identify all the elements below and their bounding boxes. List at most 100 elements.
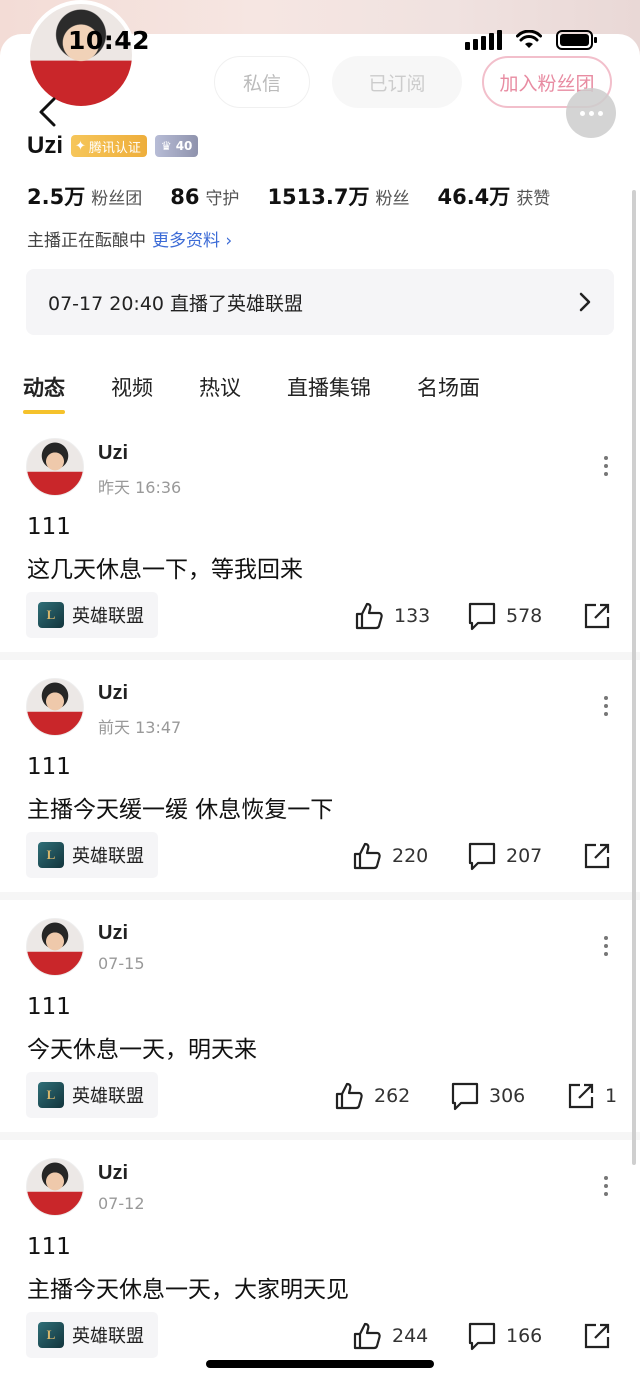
home-indicator[interactable] <box>206 1360 434 1368</box>
comment-icon <box>468 842 496 871</box>
stat-fan-club[interactable]: 2.5万 粉丝团 <box>27 181 142 211</box>
post-time: 07-12 <box>98 1194 145 1213</box>
wifi-icon <box>516 30 542 48</box>
bio-text: 主播正在酝酿中 <box>27 231 146 251</box>
post-time: 07-15 <box>98 954 145 973</box>
share-icon <box>584 603 610 629</box>
profile-stats: 2.5万 粉丝团 86 守护 1513.7万 粉丝 46.4万 获赞 <box>27 181 578 211</box>
comment-button[interactable]: 166 <box>468 1320 542 1352</box>
dm-button[interactable]: 私信 <box>214 56 310 108</box>
comment-button[interactable]: 306 <box>451 1080 525 1112</box>
content-tabs: 动态 视频 热议 直播集锦 名场面 <box>23 372 526 414</box>
cert-icon: ✦ <box>75 138 86 154</box>
subscribed-button[interactable]: 已订阅 <box>332 56 462 108</box>
post-author[interactable]: Uzi <box>98 922 128 945</box>
share-button[interactable] <box>583 600 621 632</box>
post-text: 主播今天缓一缓 休息恢复一下 <box>27 797 334 823</box>
post-title: 111 <box>27 754 71 780</box>
kebab-menu-icon[interactable] <box>604 456 608 476</box>
thumbs-up-icon <box>353 1322 381 1350</box>
kebab-menu-icon[interactable] <box>604 936 608 956</box>
post-author[interactable]: Uzi <box>98 1162 128 1185</box>
post-card[interactable]: Uzi 前天 13:47 111 主播今天缓一缓 休息恢复一下 L 英雄联盟 2… <box>0 660 640 900</box>
post-author[interactable]: Uzi <box>98 442 128 465</box>
comment-button[interactable]: 578 <box>468 600 542 632</box>
level-value: 40 <box>175 139 193 153</box>
stat-number: 2.5万 <box>27 185 86 209</box>
like-count: 133 <box>394 605 431 627</box>
comment-icon <box>468 602 496 631</box>
tab-discussions[interactable]: 热议 <box>199 372 241 414</box>
live-record-card[interactable]: 07-17 20:40 直播了英雄联盟 <box>26 269 614 335</box>
kebab-menu-icon[interactable] <box>604 696 608 716</box>
stat-label: 守护 <box>205 189 240 209</box>
post-feed: Uzi 昨天 16:36 111 这几天休息一下，等我回来 L 英雄联盟 133… <box>0 420 640 1378</box>
share-button[interactable] <box>583 840 621 872</box>
profile-avatar[interactable] <box>26 0 136 110</box>
more-info-link[interactable]: 更多资料 › <box>152 226 232 251</box>
post-actions: 244 166 <box>0 1320 640 1352</box>
comment-count: 578 <box>506 605 543 627</box>
post-text: 今天休息一天，明天来 <box>27 1037 257 1063</box>
comment-icon <box>468 1322 496 1351</box>
post-actions: 220 207 <box>0 840 640 872</box>
post-title: 111 <box>27 994 71 1020</box>
author-avatar[interactable] <box>26 438 84 496</box>
more-info-label: 更多资料 <box>152 231 220 251</box>
like-button[interactable]: 262 <box>334 1080 410 1112</box>
cert-badge: ✦ 腾讯认证 <box>71 135 147 157</box>
like-button[interactable]: 244 <box>352 1320 428 1352</box>
more-options-button[interactable] <box>566 88 616 138</box>
profile-name: Uzi <box>27 132 63 159</box>
like-count: 244 <box>392 1325 429 1347</box>
back-icon[interactable] <box>34 96 62 128</box>
status-icons <box>465 30 598 50</box>
like-count: 220 <box>392 845 429 867</box>
stat-label: 粉丝 <box>375 189 410 209</box>
author-avatar[interactable] <box>26 918 84 976</box>
stat-number: 86 <box>170 185 200 209</box>
cert-label: 腾讯认证 <box>88 140 141 156</box>
comment-count: 207 <box>506 845 543 867</box>
live-record-text: 07-17 20:40 直播了英雄联盟 <box>48 292 304 315</box>
author-avatar[interactable] <box>26 1158 84 1216</box>
like-button[interactable]: 220 <box>352 840 428 872</box>
stat-label: 粉丝团 <box>91 189 143 209</box>
post-author[interactable]: Uzi <box>98 682 128 705</box>
share-icon <box>584 1323 610 1349</box>
share-button[interactable]: 1 <box>567 1080 617 1112</box>
stat-number: 46.4万 <box>437 185 511 209</box>
battery-icon <box>556 30 597 50</box>
thumbs-up-icon <box>335 1082 363 1110</box>
stat-likes[interactable]: 46.4万 获赞 <box>437 181 550 211</box>
like-button[interactable]: 133 <box>354 600 430 632</box>
stat-label: 获赞 <box>516 189 551 209</box>
comment-button[interactable]: 207 <box>468 840 542 872</box>
post-card[interactable]: Uzi 07-12 111 主播今天休息一天，大家明天见 L 英雄联盟 244 … <box>0 1140 640 1378</box>
tab-famous-moments[interactable]: 名场面 <box>417 372 480 414</box>
share-button[interactable] <box>583 1320 621 1352</box>
post-title: 111 <box>27 1234 71 1260</box>
scrollbar[interactable] <box>632 190 636 1165</box>
comment-icon <box>451 1082 479 1111</box>
kebab-menu-icon[interactable] <box>604 1176 608 1196</box>
author-avatar[interactable] <box>26 678 84 736</box>
tab-posts[interactable]: 动态 <box>23 372 65 414</box>
chevron-right-icon: › <box>225 231 233 251</box>
stat-number: 1513.7万 <box>267 185 370 209</box>
like-count: 262 <box>374 1085 411 1107</box>
signal-icon <box>465 30 502 50</box>
tab-highlights[interactable]: 直播集锦 <box>287 372 371 414</box>
post-text: 主播今天休息一天，大家明天见 <box>27 1277 349 1303</box>
share-icon <box>568 1083 594 1109</box>
post-actions: 262 306 1 <box>0 1080 640 1112</box>
thumbs-up-icon <box>353 842 381 870</box>
stat-followers[interactable]: 1513.7万 粉丝 <box>267 181 409 211</box>
post-card[interactable]: Uzi 昨天 16:36 111 这几天休息一下，等我回来 L 英雄联盟 133… <box>0 420 640 660</box>
post-time: 昨天 16:36 <box>98 478 182 497</box>
stat-guard[interactable]: 86 守护 <box>170 184 239 209</box>
post-title: 111 <box>27 514 71 540</box>
post-card[interactable]: Uzi 07-15 111 今天休息一天，明天来 L 英雄联盟 262 306 … <box>0 900 640 1140</box>
status-time: 10:42 <box>68 26 151 55</box>
tab-videos[interactable]: 视频 <box>111 372 153 414</box>
